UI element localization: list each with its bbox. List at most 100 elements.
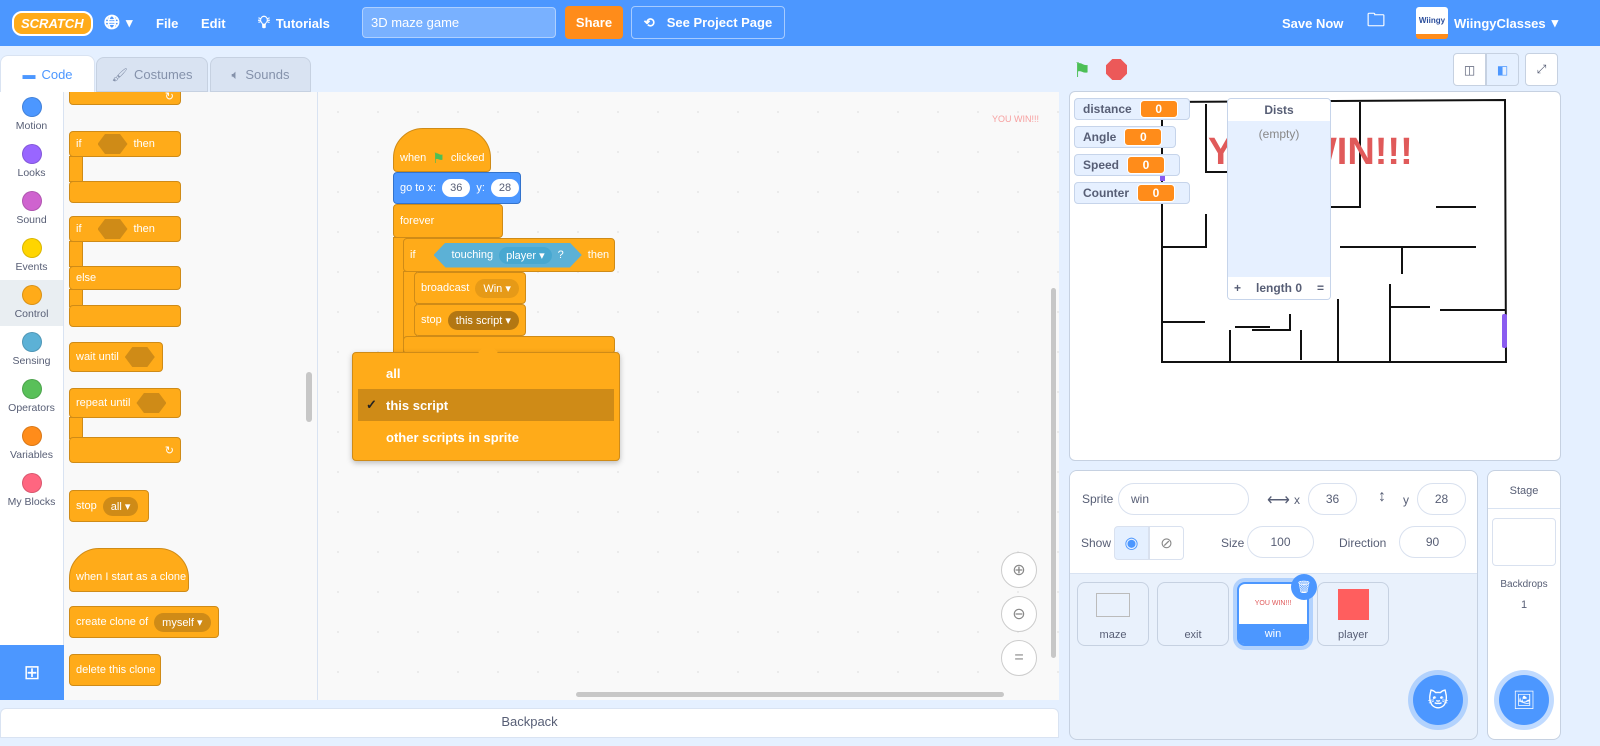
delete-sprite-button[interactable]: 🗑︎ [1291,574,1317,600]
file-menu[interactable]: File [156,0,178,46]
category-control[interactable]: Control [0,280,63,326]
x-input[interactable]: 36 [442,179,471,197]
small-stage-button[interactable]: ◫ [1453,53,1486,86]
category-my-blocks[interactable]: My Blocks [0,473,63,508]
folder-icon[interactable]: 🗀 [1367,0,1385,46]
save-now-button[interactable]: Save Now [1282,0,1343,46]
palette-scrollbar[interactable] [306,372,312,422]
stop-option-dropdown[interactable]: all ▾ [102,496,139,516]
tab-costumes[interactable]: 🖌︎ Costumes [96,57,208,92]
fullscreen-button[interactable]: ⤢ [1525,53,1558,86]
category-sound[interactable]: Sound [0,191,63,226]
delete-clone-block[interactable]: delete this clone [69,654,161,686]
variable-monitor-speed[interactable]: Speed 0 [1074,154,1180,176]
touching-block[interactable]: touching player ▾? [434,243,582,268]
green-flag-button[interactable]: ⚑ [1073,58,1091,83]
clone-target-dropdown[interactable]: myself ▾ [154,612,211,632]
horizontal-scrollbar[interactable] [576,692,1004,697]
if-then-block[interactable]: if then [69,131,181,157]
if-then-block[interactable]: if touching player ▾? then [403,238,615,272]
touch-target-dropdown[interactable]: player ▾ [499,247,552,264]
stop-block[interactable]: stop this script ▾ [414,304,526,336]
message-dropdown[interactable]: Win ▾ [475,278,519,298]
create-clone-block[interactable]: create clone of myself ▾ [69,606,219,638]
edit-menu[interactable]: Edit [201,0,226,46]
zoom-out-button[interactable]: ⊖ [1001,596,1037,632]
x-input[interactable]: 36 [1308,483,1357,515]
sprite-name-input[interactable]: win [1118,483,1249,515]
category-looks[interactable]: Looks [0,144,63,179]
choose-sprite-button[interactable]: 🐱︎ [1413,675,1463,725]
account-menu[interactable]: Wiingy WiingyClasses ▾ [1416,0,1558,46]
choose-backdrop-button[interactable]: 🖼︎ [1499,675,1549,725]
category-events[interactable]: Events [0,238,63,273]
zoom-in-button[interactable]: ⊕ [1001,552,1037,588]
list-length: length 0 [1255,281,1302,295]
repeat-block-end[interactable]: ↻ [69,92,181,105]
category-operators[interactable]: Operators [0,379,63,414]
y-input[interactable]: 28 [490,179,520,197]
list-resize-handle[interactable]: = [1317,281,1324,295]
add-extension-button[interactable]: ⊞ [0,645,64,700]
show-sprite-button[interactable]: ◉ [1114,526,1149,560]
wait-until-block[interactable]: wait until [69,342,163,372]
stop-options-menu: all ✓ this script other scripts in sprite [352,342,620,461]
repeat-until-block[interactable]: repeat until [69,388,181,418]
small-stage-icon: ◫ [1463,62,1476,77]
stop-block[interactable]: stop all ▾ [69,490,149,522]
menu-item-this-script[interactable]: ✓ this script [358,389,614,421]
lightbulb-icon: 💡︎ [258,13,270,32]
stop-option-dropdown[interactable]: this script ▾ [447,310,519,330]
tutorials-button[interactable]: 💡︎ Tutorials [258,0,330,46]
project-title-input[interactable]: 3D maze game [362,7,556,38]
vertical-arrows-icon: ↕ [1378,488,1386,505]
trash-icon: 🗑︎ [1296,580,1312,594]
hide-sprite-button[interactable]: ⊘ [1149,526,1184,560]
category-variables[interactable]: Variables [0,426,63,461]
block-palette: ↻ if then if then else wait until repeat u… [64,92,318,700]
extension-icon: ⊞ [23,662,41,684]
fullscreen-icon: ⤢ [1536,62,1547,76]
show-label: Show [1081,536,1112,550]
forever-block[interactable]: forever [393,204,503,238]
y-input[interactable]: 28 [1417,483,1466,515]
see-project-page-button[interactable]: ⟲ See Project Page [631,6,785,39]
when-i-start-as-clone-block[interactable]: when I start as a clone [69,548,189,592]
broadcast-block[interactable]: broadcast Win ▾ [414,272,526,304]
size-input[interactable]: 100 [1247,526,1314,558]
category-dot-icon [21,379,42,399]
vertical-scrollbar[interactable] [1051,288,1056,658]
go-to-xy-block[interactable]: go to x: 36 y: 28 [393,172,521,204]
direction-label: Direction [1339,536,1387,550]
zoom-reset-button[interactable]: = [1001,640,1037,676]
tab-code[interactable]: ▬ Code [0,55,95,93]
menu-item-all[interactable]: all [358,357,614,389]
backdrop-thumbnail[interactable] [1492,518,1556,566]
eye-icon: ◉ [1124,535,1139,552]
list-monitor-dists[interactable]: Dists (empty) + length 0 = [1227,98,1331,300]
category-motion[interactable]: Motion [0,97,63,132]
variable-monitor-counter[interactable]: Counter 0 [1074,182,1190,204]
variable-monitor-angle[interactable]: Angle 0 [1074,126,1176,148]
language-menu[interactable]: 🌐︎ ▾ [104,0,133,46]
when-flag-clicked-block[interactable]: when ⚑ clicked [393,128,491,172]
sprite-tile-exit[interactable]: exit [1157,582,1229,646]
scratch-logo[interactable]: SCRATCH [12,0,93,46]
sprite-tile-maze[interactable]: maze [1077,582,1149,646]
if-else-block[interactable]: if then [69,216,181,242]
variable-monitor-distance[interactable]: distance 0 [1074,98,1190,120]
x-label: x [1294,493,1300,507]
list-add-button[interactable]: + [1234,281,1241,295]
stop-button[interactable] [1106,59,1127,80]
sprite-tile-player[interactable]: player [1317,582,1389,646]
normal-stage-button[interactable]: ◧ [1486,53,1519,86]
tab-sounds[interactable]: 🔈︎ Sounds [210,57,311,92]
if-else-block-end [69,305,181,327]
share-button[interactable]: Share [565,6,623,39]
direction-input[interactable]: 90 [1399,526,1466,558]
backpack[interactable]: Backpack [0,708,1059,738]
sprite-tile-win[interactable]: YOU WIN!!! win 🗑︎ [1237,574,1317,646]
menu-item-other-scripts-in-sprite[interactable]: other scripts in sprite [358,421,614,453]
category-sensing[interactable]: Sensing [0,332,63,367]
zoom-out-icon: ⊖ [1012,606,1026,623]
